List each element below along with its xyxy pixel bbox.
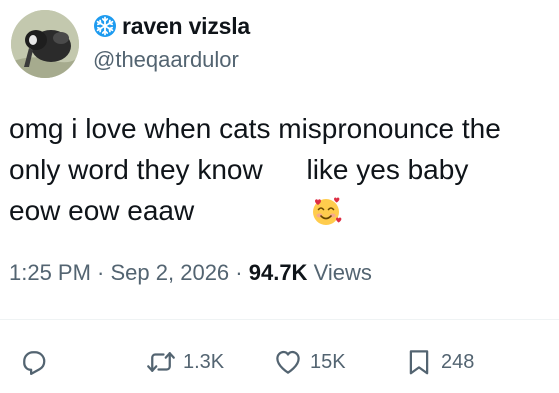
bookmark-button[interactable]: 248 [404,345,474,379]
divider [0,319,559,320]
smiling-face-with-hearts-emoji-icon [264,154,342,225]
meta-separator-2: · [229,260,249,285]
retweet-count: 1.3K [183,350,225,373]
tweet-date[interactable]: Sep 2, 2026 [111,260,230,286]
tweet-line-1: omg i love when cats mispronounce the [9,113,501,144]
like-count: 15K [310,350,346,373]
reply-button[interactable] [18,345,55,379]
tweet-line-2: only word they know like yes baby [9,149,554,225]
bookmark-count: 248 [441,350,475,373]
tweet-meta: 1:25 PM · Sep 2, 2026 · 94.7K Views [9,260,372,286]
tweet-line-2-text: only word they know [9,154,263,185]
tweet-text: omg i love when cats mispronounce the on… [9,108,554,231]
heart-icon [276,350,300,374]
tweet-line-2-text-after: like yes baby [298,154,469,185]
snowflake-icon [93,14,117,38]
meta-separator: · [90,260,111,285]
views-count: 94.7K [248,260,308,285]
avatar[interactable] [11,10,79,78]
author-name-row[interactable]: raven vizsla [93,12,250,40]
retweet-icon [147,352,175,372]
retweet-button[interactable]: 1.3K [146,345,224,379]
like-button[interactable]: 15K [273,345,346,379]
views-label: Views [307,260,372,285]
avatar-image [11,10,79,78]
display-name: raven vizsla [122,12,251,39]
tweet-time[interactable]: 1:25 PM [9,260,91,286]
user-handle[interactable]: @theqaardulor [93,47,239,73]
reply-icon [23,351,46,375]
bookmark-icon [409,350,429,375]
